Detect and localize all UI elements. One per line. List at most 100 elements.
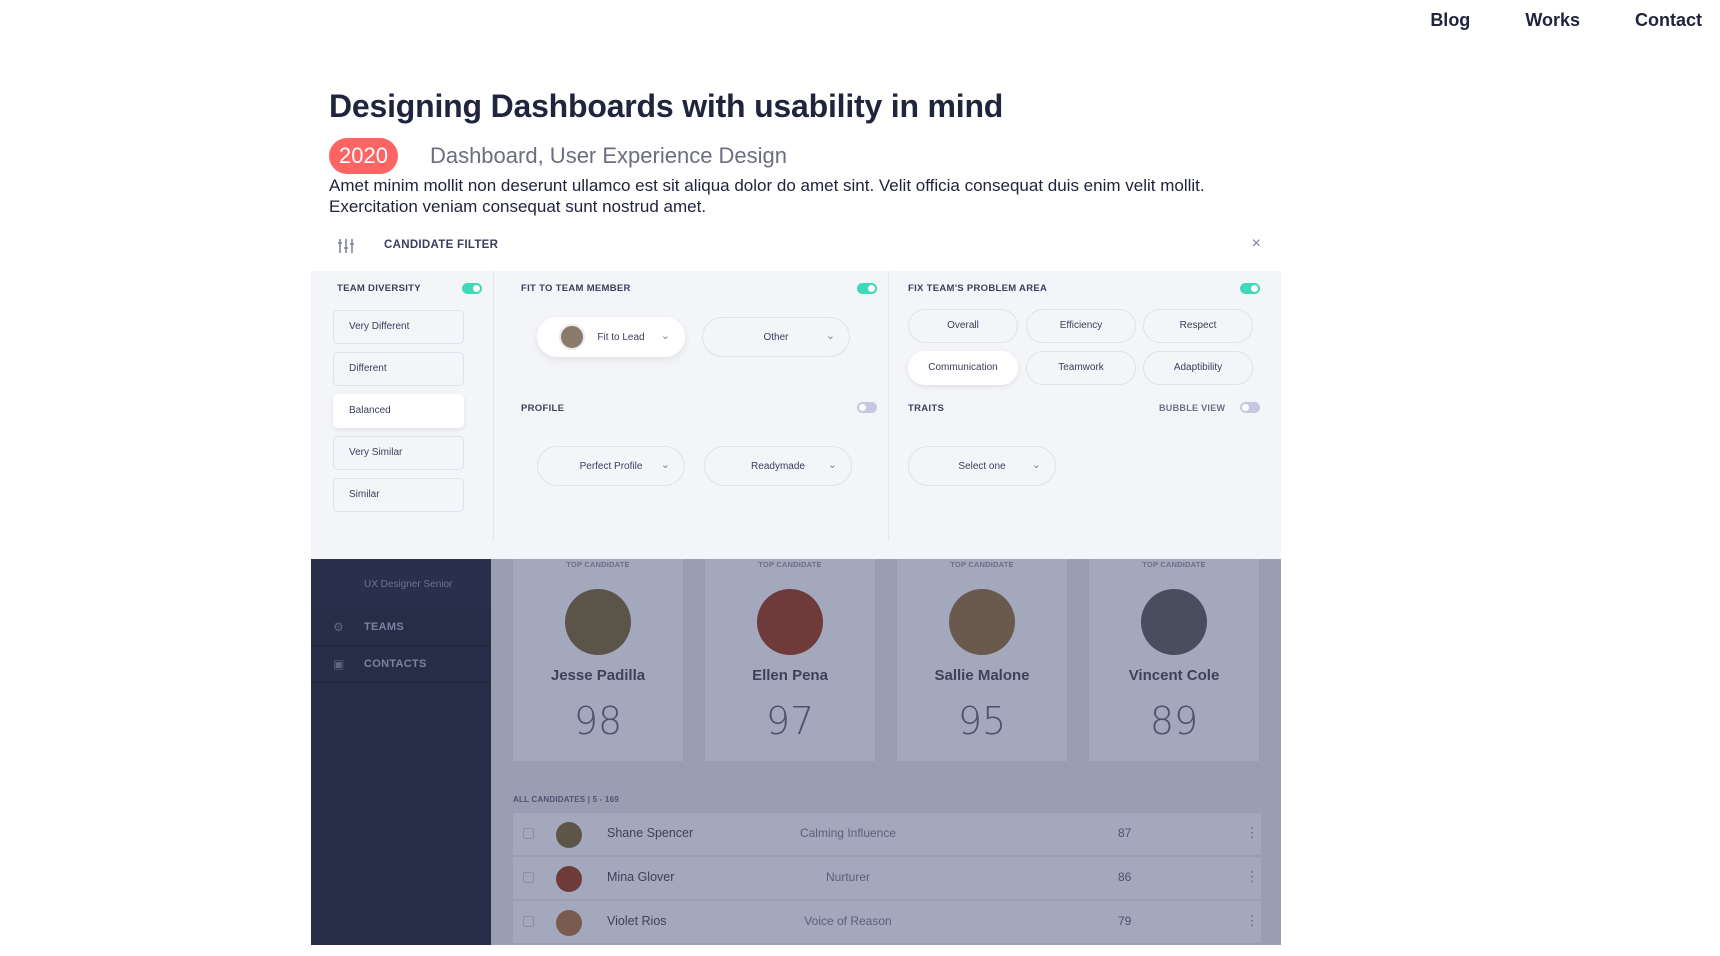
diversity-option-balanced[interactable]: Balanced xyxy=(333,394,464,428)
problem-area-label: FIX TEAM'S PROBLEM AREA xyxy=(908,283,1048,294)
diversity-option-different[interactable]: Different xyxy=(333,352,464,386)
candidate-score: 95 xyxy=(957,699,1007,743)
article-excerpt: Amet minim mollit non deserunt ullamco e… xyxy=(329,176,1205,216)
sidebar: UX Designer Senior ⚙ TEAMS ▣ CONTACTS xyxy=(311,559,491,945)
avatar xyxy=(1141,589,1207,655)
candidate-trait: Nurturer xyxy=(825,870,870,884)
top-candidate-card[interactable]: TOP CANDIDATE Ellen Pena 97 xyxy=(705,559,875,761)
diversity-option-very-similar[interactable]: Very Similar xyxy=(333,436,464,470)
problem-pill-overall[interactable]: Overall xyxy=(908,309,1018,343)
readymade-dropdown[interactable]: Readymade ⌄ xyxy=(704,446,852,486)
candidate-score: 86 xyxy=(1118,870,1132,884)
top-candidate-label: TOP CANDIDATE xyxy=(950,560,1014,569)
problem-area-toggle[interactable] xyxy=(1240,283,1260,294)
top-candidate-card[interactable]: TOP CANDIDATE Jesse Padilla 98 xyxy=(513,559,683,761)
avatar xyxy=(556,822,582,848)
all-candidates-label: ALL CANDIDATES | 5 - 169 xyxy=(513,795,619,804)
sidebar-item-label: CONTACTS xyxy=(364,658,427,670)
avatar xyxy=(556,910,582,936)
row-checkbox[interactable] xyxy=(523,828,534,839)
more-icon[interactable]: ⋮ xyxy=(1245,824,1259,841)
avatar xyxy=(949,589,1015,655)
top-nav: Blog Works Contact xyxy=(1430,10,1702,31)
traits-label: TRAITS xyxy=(908,403,945,414)
diversity-option-very-different[interactable]: Very Different xyxy=(333,310,464,344)
problem-pill-efficiency[interactable]: Efficiency xyxy=(1026,309,1136,343)
article-meta: 2020 Dashboard, User Experience Design xyxy=(329,138,787,174)
chevron-down-icon: ⌄ xyxy=(1031,459,1041,471)
dropdown-value: Select one xyxy=(958,460,1006,472)
dashboard-background: UX Designer Senior ⚙ TEAMS ▣ CONTACTS TO… xyxy=(311,559,1281,945)
bubble-view-label: BUBBLE VIEW xyxy=(1159,403,1226,413)
candidate-score: 89 xyxy=(1149,699,1199,743)
chevron-down-icon: ⌄ xyxy=(660,459,670,471)
chevron-down-icon: ⌄ xyxy=(660,330,670,342)
sidebar-sub-item[interactable]: UX Designer Senior xyxy=(364,579,452,590)
chevron-down-icon: ⌄ xyxy=(825,330,835,342)
sidebar-item-label: TEAMS xyxy=(364,621,404,633)
fit-to-team-label: FIT TO TEAM MEMBER xyxy=(521,283,631,294)
problem-pill-communication[interactable]: Communication xyxy=(908,351,1018,385)
fit-to-lead-dropdown[interactable]: Fit to Lead ⌄ xyxy=(537,317,685,357)
bubble-view-toggle[interactable] xyxy=(1240,402,1260,413)
row-checkbox[interactable] xyxy=(523,916,534,927)
nav-works-link[interactable]: Works xyxy=(1525,10,1580,31)
top-candidate-label: TOP CANDIDATE xyxy=(758,560,822,569)
table-row[interactable]: Mina Glover Nurturer 86 ⋮ xyxy=(513,857,1261,899)
sidebar-sub-section: UX Designer Senior xyxy=(311,559,491,609)
close-icon[interactable]: × xyxy=(1252,235,1261,253)
problem-pill-respect[interactable]: Respect xyxy=(1143,309,1253,343)
other-dropdown[interactable]: Other ⌄ xyxy=(702,317,850,357)
top-candidate-card[interactable]: TOP CANDIDATE Vincent Cole 89 xyxy=(1089,559,1259,761)
avatar xyxy=(757,589,823,655)
candidate-name: Ellen Pena xyxy=(752,667,828,684)
candidate-score: 98 xyxy=(573,699,623,743)
top-candidate-label: TOP CANDIDATE xyxy=(1142,560,1206,569)
profile-toggle[interactable] xyxy=(857,402,877,413)
column-divider xyxy=(888,271,889,541)
candidate-trait: Calming Influence xyxy=(799,826,897,840)
avatar xyxy=(559,324,586,350)
teams-icon: ⚙ xyxy=(333,620,344,634)
perfect-profile-dropdown[interactable]: Perfect Profile ⌄ xyxy=(537,446,685,486)
chevron-down-icon: ⌄ xyxy=(827,459,837,471)
table-row[interactable]: Violet Rios Voice of Reason 79 ⋮ xyxy=(513,901,1261,943)
profile-label: PROFILE xyxy=(521,403,565,414)
more-icon[interactable]: ⋮ xyxy=(1245,868,1259,885)
problem-pill-teamwork[interactable]: Teamwork xyxy=(1026,351,1136,385)
top-candidate-label: TOP CANDIDATE xyxy=(566,560,630,569)
candidate-name: Mina Glover xyxy=(607,870,675,884)
team-diversity-toggle[interactable] xyxy=(462,283,482,294)
team-diversity-label: TEAM DIVERSITY xyxy=(337,283,421,294)
candidate-name: Shane Spencer xyxy=(607,826,694,840)
table-row[interactable]: Shane Spencer Calming Influence 87 ⋮ xyxy=(513,813,1261,855)
nav-blog-link[interactable]: Blog xyxy=(1430,10,1470,31)
sidebar-item-contacts[interactable]: ▣ CONTACTS xyxy=(311,646,491,683)
sidebar-item-teams[interactable]: ⚙ TEAMS xyxy=(311,609,491,646)
fit-to-team-toggle[interactable] xyxy=(857,283,877,294)
candidate-name: Jesse Padilla xyxy=(550,667,646,684)
year-badge: 2020 xyxy=(329,138,398,174)
candidate-trait: Voice of Reason xyxy=(804,914,892,928)
article-title: Designing Dashboards with usability in m… xyxy=(329,88,1004,124)
dropdown-value: Fit to Lead xyxy=(597,331,645,343)
problem-pill-adaptibility[interactable]: Adaptibility xyxy=(1143,351,1253,385)
row-checkbox[interactable] xyxy=(523,872,534,883)
avatar xyxy=(556,866,582,892)
nav-contact-link[interactable]: Contact xyxy=(1635,10,1702,31)
more-icon[interactable]: ⋮ xyxy=(1245,912,1259,929)
article-tags: Dashboard, User Experience Design xyxy=(429,143,788,168)
column-divider xyxy=(493,271,494,541)
contacts-icon: ▣ xyxy=(333,657,345,671)
diversity-option-similar[interactable]: Similar xyxy=(333,478,464,512)
traits-dropdown[interactable]: Select one ⌄ xyxy=(908,446,1056,486)
candidate-score: 87 xyxy=(1118,826,1132,840)
dashboard-screenshot: CANDIDATE FILTER × TEAM DIVERSITY Very D… xyxy=(311,225,1281,945)
sliders-icon xyxy=(337,237,355,260)
dropdown-value: Perfect Profile xyxy=(579,460,643,472)
filter-header: CANDIDATE FILTER × xyxy=(311,225,1281,271)
top-candidate-card[interactable]: TOP CANDIDATE Sallie Malone 95 xyxy=(897,559,1067,761)
dropdown-value: Other xyxy=(763,331,789,343)
candidate-name: Sallie Malone xyxy=(934,667,1030,684)
candidate-name: Vincent Cole xyxy=(1128,667,1220,684)
